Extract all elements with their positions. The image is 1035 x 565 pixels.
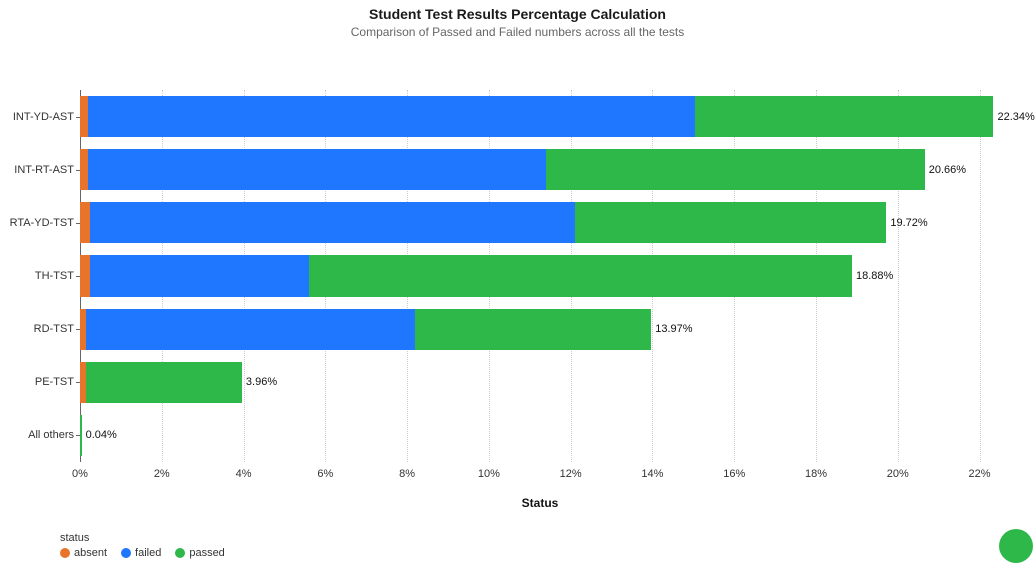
legend-item[interactable]: absent bbox=[60, 547, 107, 559]
x-tick-label: 8% bbox=[399, 468, 415, 480]
bar-row: TH-TST18.88% bbox=[80, 249, 1000, 302]
bar-segment-failed[interactable] bbox=[90, 202, 575, 243]
x-tick-label: 0% bbox=[72, 468, 88, 480]
x-tick-label: 4% bbox=[236, 468, 252, 480]
stacked-bar bbox=[80, 362, 242, 403]
bar-row: RTA-YD-TST19.72% bbox=[80, 196, 1000, 249]
bar-segment-passed[interactable] bbox=[695, 96, 993, 137]
bar-segment-absent[interactable] bbox=[80, 96, 88, 137]
x-tick-label: 6% bbox=[317, 468, 333, 480]
bar-segment-passed[interactable] bbox=[309, 255, 852, 296]
y-tick-label: PE-TST bbox=[35, 376, 80, 388]
legend-swatch bbox=[121, 548, 131, 558]
bar-total-label: 19.72% bbox=[890, 217, 927, 229]
bar-segment-passed[interactable] bbox=[415, 309, 651, 350]
y-tick-label: All others bbox=[28, 429, 80, 441]
bar-total-label: 20.66% bbox=[929, 164, 966, 176]
bar-segment-failed[interactable] bbox=[86, 309, 415, 350]
x-tick-label: 22% bbox=[969, 468, 991, 480]
legend-title: status bbox=[60, 532, 225, 544]
bar-row: All others0.04% bbox=[80, 409, 1000, 462]
stacked-bar bbox=[80, 309, 651, 350]
bar-row: INT-YD-AST22.34% bbox=[80, 90, 1000, 143]
legend-label: passed bbox=[189, 547, 224, 559]
bar-row: RD-TST13.97% bbox=[80, 303, 1000, 356]
bar-total-label: 0.04% bbox=[86, 429, 117, 441]
y-tick-label: INT-RT-AST bbox=[14, 164, 80, 176]
bar-segment-absent[interactable] bbox=[80, 149, 88, 190]
legend-item[interactable]: passed bbox=[175, 547, 224, 559]
y-tick-label: TH-TST bbox=[35, 270, 80, 282]
stacked-bar bbox=[80, 96, 993, 137]
y-tick-label: INT-YD-AST bbox=[13, 111, 80, 123]
legend-swatch bbox=[175, 548, 185, 558]
y-tick-label: RD-TST bbox=[34, 323, 80, 335]
bar-total-label: 3.96% bbox=[246, 376, 277, 388]
bar-segment-passed[interactable] bbox=[546, 149, 925, 190]
stacked-bar bbox=[80, 255, 852, 296]
bar-segment-failed[interactable] bbox=[90, 255, 309, 296]
x-axis-title: Status bbox=[522, 496, 559, 510]
x-tick-label: 20% bbox=[887, 468, 909, 480]
bar-segment-absent[interactable] bbox=[80, 202, 90, 243]
x-tick-label: 18% bbox=[805, 468, 827, 480]
y-tick-label: RTA-YD-TST bbox=[10, 217, 80, 229]
x-tick-label: 12% bbox=[560, 468, 582, 480]
x-tick-label: 2% bbox=[154, 468, 170, 480]
legend: status absent failed passed bbox=[60, 532, 225, 559]
bar-segment-passed[interactable] bbox=[80, 415, 82, 456]
bar-segment-passed[interactable] bbox=[86, 362, 242, 403]
legend-label: failed bbox=[135, 547, 161, 559]
bar-row: INT-RT-AST20.66% bbox=[80, 143, 1000, 196]
chart-title: Student Test Results Percentage Calculat… bbox=[0, 6, 1035, 22]
stacked-bar bbox=[80, 202, 886, 243]
legend-swatch bbox=[60, 548, 70, 558]
bar-total-label: 18.88% bbox=[856, 270, 893, 282]
bar-total-label: 13.97% bbox=[655, 323, 692, 335]
bar-segment-absent[interactable] bbox=[80, 255, 90, 296]
help-fab[interactable] bbox=[999, 529, 1033, 563]
chart-plot: Test Type Status 0%2%4%6%8%10%12%14%16%1… bbox=[80, 90, 1000, 485]
stacked-bar bbox=[80, 149, 925, 190]
bar-total-label: 22.34% bbox=[997, 111, 1034, 123]
bar-segment-passed[interactable] bbox=[575, 202, 887, 243]
stacked-bar bbox=[80, 415, 82, 456]
bar-segment-failed[interactable] bbox=[88, 149, 546, 190]
chart-subtitle: Comparison of Passed and Failed numbers … bbox=[0, 25, 1035, 39]
bar-segment-failed[interactable] bbox=[88, 96, 695, 137]
legend-label: absent bbox=[74, 547, 107, 559]
x-tick-label: 14% bbox=[641, 468, 663, 480]
x-tick-label: 10% bbox=[478, 468, 500, 480]
x-tick-label: 16% bbox=[723, 468, 745, 480]
bar-row: PE-TST3.96% bbox=[80, 356, 1000, 409]
legend-item[interactable]: failed bbox=[121, 547, 161, 559]
